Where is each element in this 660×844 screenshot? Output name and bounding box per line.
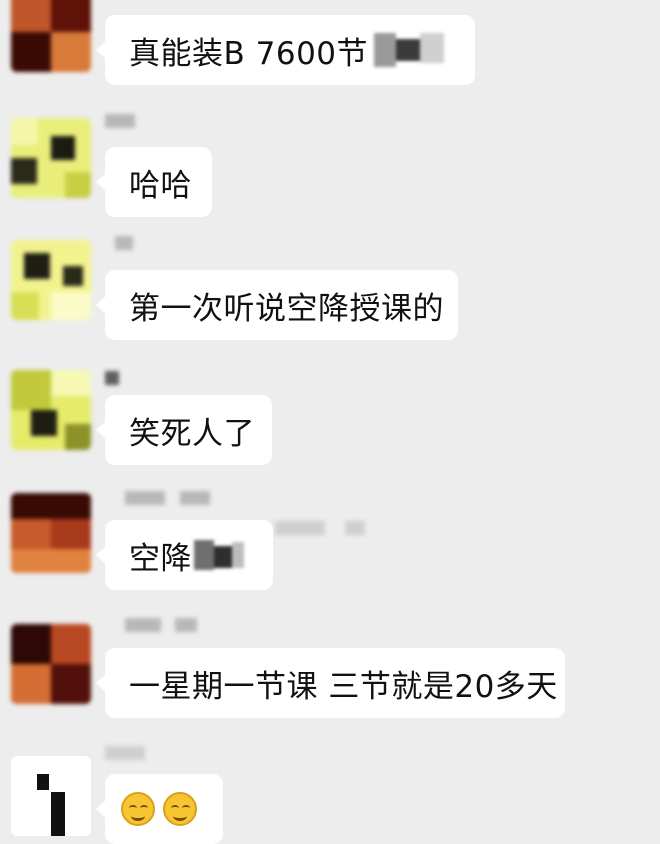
avatar[interactable] — [11, 756, 91, 836]
avatar[interactable] — [11, 624, 91, 704]
avatar[interactable] — [11, 0, 91, 72]
message-bubble[interactable]: 哈哈 — [96, 147, 212, 217]
avatar[interactable] — [11, 370, 91, 450]
message-text: 真能装B 7600节 — [129, 35, 369, 72]
avatar[interactable] — [11, 118, 91, 198]
avatar[interactable] — [11, 240, 91, 320]
message-bubble[interactable]: 空降 — [96, 520, 273, 590]
grinning-face-icon — [163, 792, 197, 826]
message-text: 笑死人了 — [129, 415, 255, 452]
grinning-face-icon — [121, 792, 155, 826]
message-bubble[interactable]: 笑死人了 — [96, 395, 272, 465]
avatar[interactable] — [11, 493, 91, 573]
censored-content — [374, 33, 445, 67]
message-text: 一星期一节课 三节就是20多天 — [129, 668, 558, 705]
message-text: 哈哈 — [129, 167, 192, 204]
message-bubble[interactable] — [96, 774, 223, 844]
message-bubble[interactable]: 第一次听说空降授课的 — [96, 270, 458, 340]
message-bubble[interactable]: 真能装B 7600节 — [96, 15, 475, 85]
message-text: 第一次听说空降授课的 — [129, 290, 444, 327]
message-bubble[interactable]: 一星期一节课 三节就是20多天 — [96, 648, 565, 718]
censored-content — [194, 538, 244, 572]
message-text: 空降 — [129, 540, 192, 577]
